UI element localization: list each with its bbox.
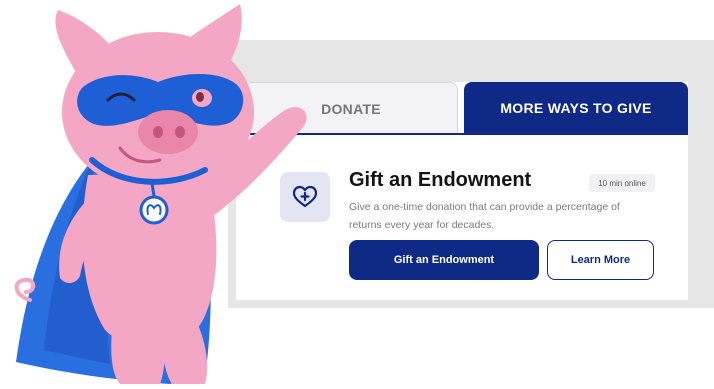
medal-icon	[139, 195, 169, 225]
learn-more-button[interactable]: Learn More	[547, 240, 654, 280]
duration-badge: 10 min online	[589, 174, 655, 192]
tab-more-ways-to-give[interactable]: MORE WAYS TO GIVE	[464, 82, 688, 134]
pig-snout	[138, 110, 198, 154]
offer-title: Gift an Endowment	[349, 169, 532, 191]
offer-description: Give a one-time donation that can provid…	[349, 201, 620, 231]
gift-endowment-button[interactable]: Gift an Endowment	[349, 240, 539, 280]
superhero-pig-mascot	[14, 4, 307, 384]
